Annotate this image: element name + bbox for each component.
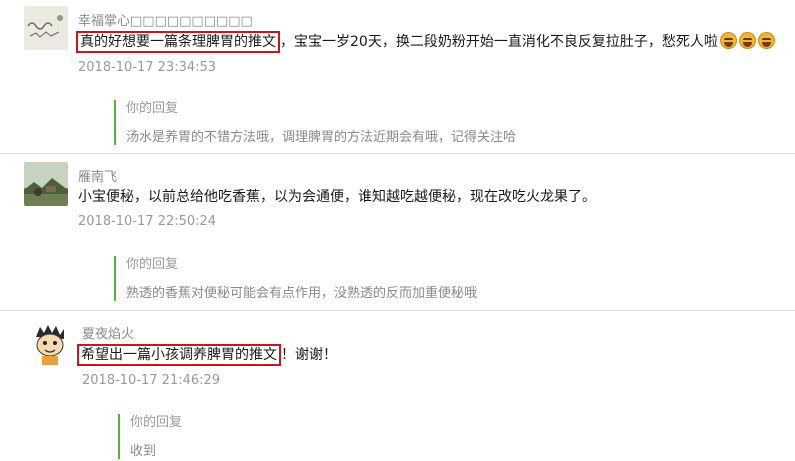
comment-timestamp: 2018-10-17 21:46:29 <box>82 373 221 388</box>
comment-text-rest: ，宝宝一岁20天，换二段奶粉开始一直消化不良反复拉肚子，愁死人啦 <box>280 34 718 50</box>
comment-username[interactable]: 雁南飞 <box>78 166 117 185</box>
highlighted-text: 希望出一篇小孩调养脾胃的推文 <box>77 344 281 366</box>
reply-text: 熟透的香蕉对便秘可能会有点作用，没熟透的反而加重便秘哦 <box>126 286 478 301</box>
comment-timestamp: 2018-10-17 22:50:24 <box>78 214 217 229</box>
avatar[interactable] <box>24 6 68 50</box>
comment-text: 真的好想要一篇条理脾胃的推文 ，宝宝一岁20天，换二段奶粉开始一直消化不良反复拉肚… <box>76 31 775 53</box>
comment-text: 希望出一篇小孩调养脾胃的推文 ！谢谢！ <box>77 344 337 366</box>
avatar-landscape-image <box>24 162 68 206</box>
author-reply: 你的回复 熟透的香蕉对便秘可能会有点作用，没熟透的反而加重便秘哦 <box>114 256 477 301</box>
comment-item: 幸福掌心□□□□□□□□□□ 真的好想要一篇条理脾胃的推文 ，宝宝一岁20天，换二… <box>0 0 795 152</box>
comment-username[interactable]: 夏夜焰火 <box>82 323 134 342</box>
reply-text: 汤水是养胃的不错方法哦，调理脾胃的方法近期会有哦，记得关注哈 <box>126 130 517 145</box>
grimace-emoji-icon <box>738 32 756 49</box>
highlighted-text: 真的好想要一篇条理脾胃的推文 <box>76 31 280 53</box>
comment-timestamp: 2018-10-17 23:34:53 <box>78 60 217 75</box>
reply-text: 收到 <box>130 444 157 459</box>
author-reply: 你的回复 收到 <box>118 414 182 459</box>
reply-label: 你的回复 <box>126 257 179 272</box>
comment-text: 小宝便秘，以前总给他吃香蕉，以为会通便，谁知越吃越便秘，现在改吃火龙果了。 <box>78 189 596 205</box>
comment-username[interactable]: 幸福掌心□□□□□□□□□□ <box>78 10 253 29</box>
avatar[interactable] <box>28 321 72 365</box>
comment-item: 雁南飞 小宝便秘，以前总给他吃香蕉，以为会通便，谁知越吃越便秘，现在改吃火龙果了… <box>0 154 795 309</box>
reply-label: 你的回复 <box>126 101 179 116</box>
reply-label: 你的回复 <box>130 415 183 430</box>
avatar[interactable] <box>24 162 68 206</box>
grimace-emoji-icon <box>757 32 775 49</box>
comment-text-rest: ！谢谢！ <box>281 347 337 363</box>
comment-item: 夏夜焰火 希望出一篇小孩调养脾胃的推文 ！谢谢！ 2018-10-17 21:46… <box>0 311 795 461</box>
grimace-emoji-icon <box>719 32 737 49</box>
author-reply: 你的回复 汤水是养胃的不错方法哦，调理脾胃的方法近期会有哦，记得关注哈 <box>114 100 516 145</box>
avatar-cartoon-image <box>28 321 72 365</box>
avatar-handwriting-image <box>24 6 68 50</box>
